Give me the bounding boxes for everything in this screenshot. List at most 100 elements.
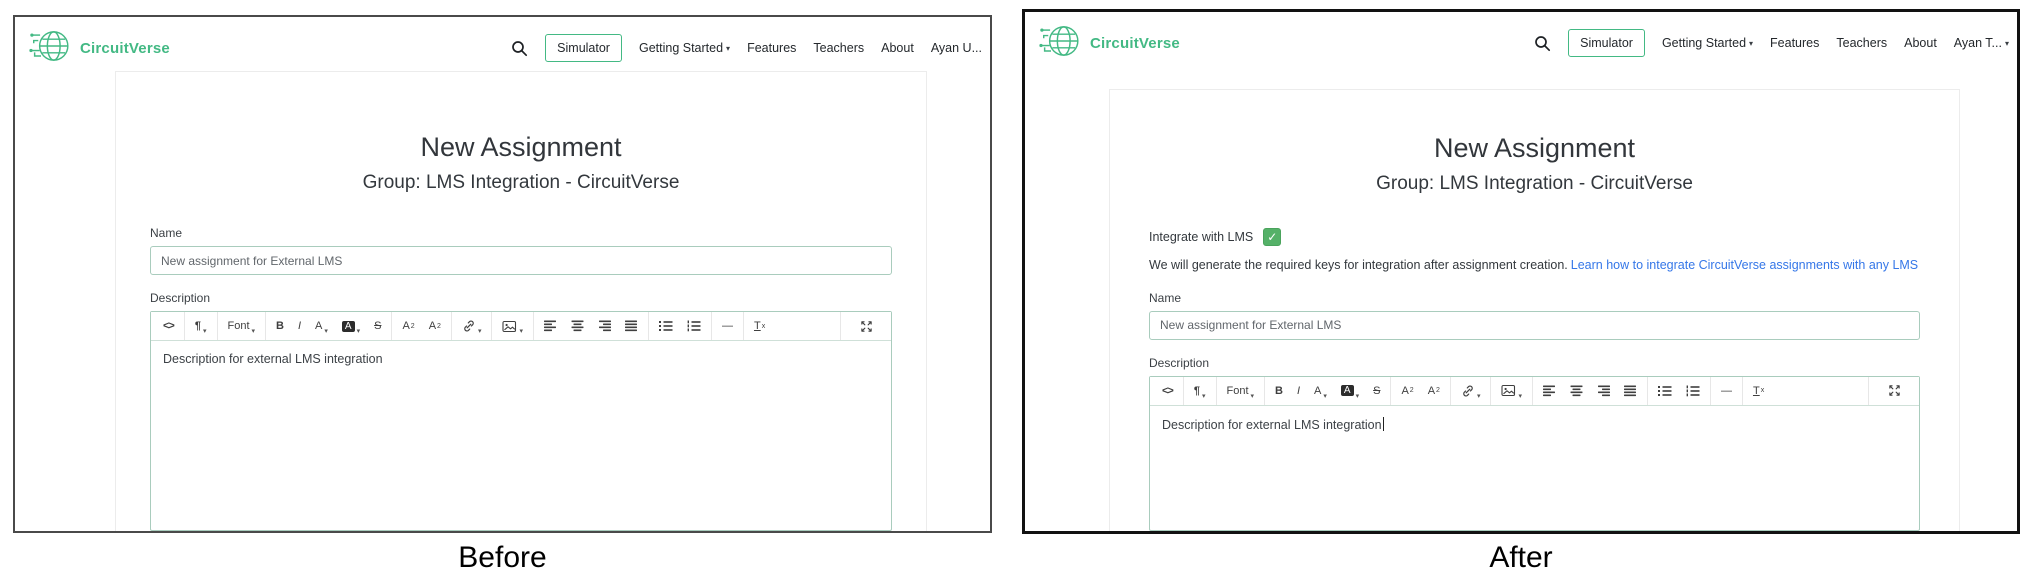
description-text: Description for external LMS integration [163,352,383,366]
editor-text-color-button[interactable]: A ▾ [308,312,335,340]
editor-bold-button[interactable]: B [1268,377,1290,405]
fullscreen-icon [1888,384,1901,397]
editor-code-view-button[interactable]: <> [1155,377,1180,405]
circuitverse-logo[interactable]: CircuitVerse [1039,21,1180,66]
align-right-icon [598,320,611,332]
nav-teachers[interactable]: Teachers [813,41,864,55]
after-caption: After [1489,541,1553,574]
navbar: CircuitVerse Simulator Getting Started ▾ … [15,17,990,71]
brand-name: CircuitVerse [1090,34,1180,52]
nav-user-menu[interactable]: Ayan U... [931,41,982,55]
integrate-lms-label: Integrate with LMS [1149,230,1254,244]
description-label: Description [1149,355,1210,370]
nav-features[interactable]: Features [747,41,796,55]
search-icon[interactable] [1534,35,1551,52]
editor-italic-button[interactable]: I [291,312,308,340]
insert-image-icon [1501,384,1516,397]
caret-down-icon: ▾ [519,328,523,335]
search-icon[interactable] [511,40,528,57]
description-editor-body[interactable]: Description for external LMS integration [1150,406,1919,530]
nav-features[interactable]: Features [1770,36,1819,50]
align-justify-icon [1623,385,1637,397]
caret-down-icon: ▾ [1518,392,1522,400]
editor-align-justify-button[interactable] [618,312,645,340]
caret-down-icon: ▾ [477,328,482,335]
editor-horizontal-rule-button[interactable]: — [1714,377,1739,405]
caret-down-icon: ▾ [251,328,256,335]
caret-down-icon: ▾ [1201,392,1206,400]
editor-bold-button[interactable]: B [269,312,291,340]
editor-fullscreen-button[interactable] [853,312,880,340]
description-editor-body[interactable]: Description for external LMS integration [151,341,891,530]
editor-fullscreen-button[interactable] [1881,377,1908,405]
editor-align-justify-button[interactable] [1617,377,1644,405]
editor-align-left-button[interactable] [537,312,564,340]
editor-insert-image-button[interactable]: ▾ [1494,377,1529,405]
nav-simulator[interactable]: Simulator [545,34,622,62]
editor-align-left-button[interactable] [1536,377,1563,405]
editor-align-right-button[interactable] [1590,377,1617,405]
assignment-name-input[interactable] [150,246,892,275]
caret-down-icon: ▾ [1250,392,1255,400]
editor-unordered-list-button[interactable] [652,312,680,340]
page-title: New Assignment [420,132,622,162]
editor-remove-format-button[interactable]: Tx [747,312,772,340]
nav-simulator[interactable]: Simulator [1568,29,1645,57]
circuitverse-logo[interactable]: CircuitVerse [29,26,170,71]
editor-unordered-list-button[interactable] [1651,377,1679,405]
nav-teachers[interactable]: Teachers [1836,36,1887,50]
caret-down-icon: ▾ [1323,392,1327,400]
editor-paragraph-format-button[interactable]: ¶ ▾ [1187,377,1213,405]
editor-remove-format-button[interactable]: Tx [1746,377,1771,405]
ordered-list-icon [687,320,701,332]
editor-insert-image-button[interactable]: ▾ [495,312,530,340]
editor-font-family-button[interactable]: Font ▾ [1220,377,1262,405]
editor-subscript-button[interactable]: A2 [1421,377,1447,405]
navbar: CircuitVerse Simulator Getting Started ▾ … [1025,12,2017,66]
assignment-name-input[interactable] [1149,310,1920,340]
editor-insert-link-button[interactable]: ▾ [455,312,489,340]
integrate-lms-checkbox[interactable]: ✓ [1263,228,1282,246]
caret-down-icon: ▾ [202,328,207,335]
editor-superscript-button[interactable]: A2 [1394,377,1420,405]
editor-strikethrough-button[interactable]: S [367,312,388,340]
nav-about[interactable]: About [1904,36,1937,50]
editor-subscript-button[interactable]: A2 [422,312,448,340]
editor-text-color-button[interactable]: A ▾ [1307,377,1334,405]
editor-align-right-button[interactable] [591,312,618,340]
page-title: New Assignment [1433,133,1636,163]
check-icon: ✓ [1267,230,1278,244]
insert-link-icon [462,319,476,333]
editor-ordered-list-button[interactable] [680,312,708,340]
circuitverse-globe-icon [29,26,73,71]
editor-code-view-button[interactable]: <> [156,312,181,340]
lms-helper-text: We will generate the required keys for i… [1149,258,1919,272]
group-subtitle: Group: LMS Integration - CircuitVerse [1376,173,1693,194]
new-assignment-card: New Assignment Group: LMS Integration - … [115,71,927,531]
caret-down-icon: ▾ [2004,39,2009,48]
editor-align-center-button[interactable] [564,312,591,340]
nav-getting-started[interactable]: Getting Started ▾ [639,41,730,55]
editor-italic-button[interactable]: I [1290,377,1307,405]
editor-background-color-button[interactable]: A ▾ [335,312,367,340]
text-cursor [1382,416,1384,431]
editor-font-family-button[interactable]: Font ▾ [221,312,263,340]
editor-insert-link-button[interactable]: ▾ [1454,377,1488,405]
editor-strikethrough-button[interactable]: S [1366,377,1387,405]
align-center-icon [571,320,584,332]
editor-background-color-button[interactable]: A ▾ [1334,377,1366,405]
align-left-icon [1542,385,1556,397]
insert-link-icon [1461,384,1475,398]
editor-paragraph-format-button[interactable]: ¶ ▾ [188,312,214,340]
nav-user-menu[interactable]: Ayan T... ▾ [1954,36,2009,50]
unordered-list-icon [1657,385,1672,397]
editor-horizontal-rule-button[interactable]: — [715,312,740,340]
before-screenshot-panel: CircuitVerse Simulator Getting Started ▾ … [13,15,992,533]
nav-getting-started[interactable]: Getting Started ▾ [1662,36,1753,50]
lms-docs-link[interactable]: Learn how to integrate CircuitVerse assi… [1571,258,1918,272]
group-subtitle: Group: LMS Integration - CircuitVerse [362,172,680,193]
editor-align-center-button[interactable] [1563,377,1590,405]
editor-superscript-button[interactable]: A2 [395,312,421,340]
editor-ordered-list-button[interactable] [1679,377,1707,405]
nav-about[interactable]: About [881,41,914,55]
